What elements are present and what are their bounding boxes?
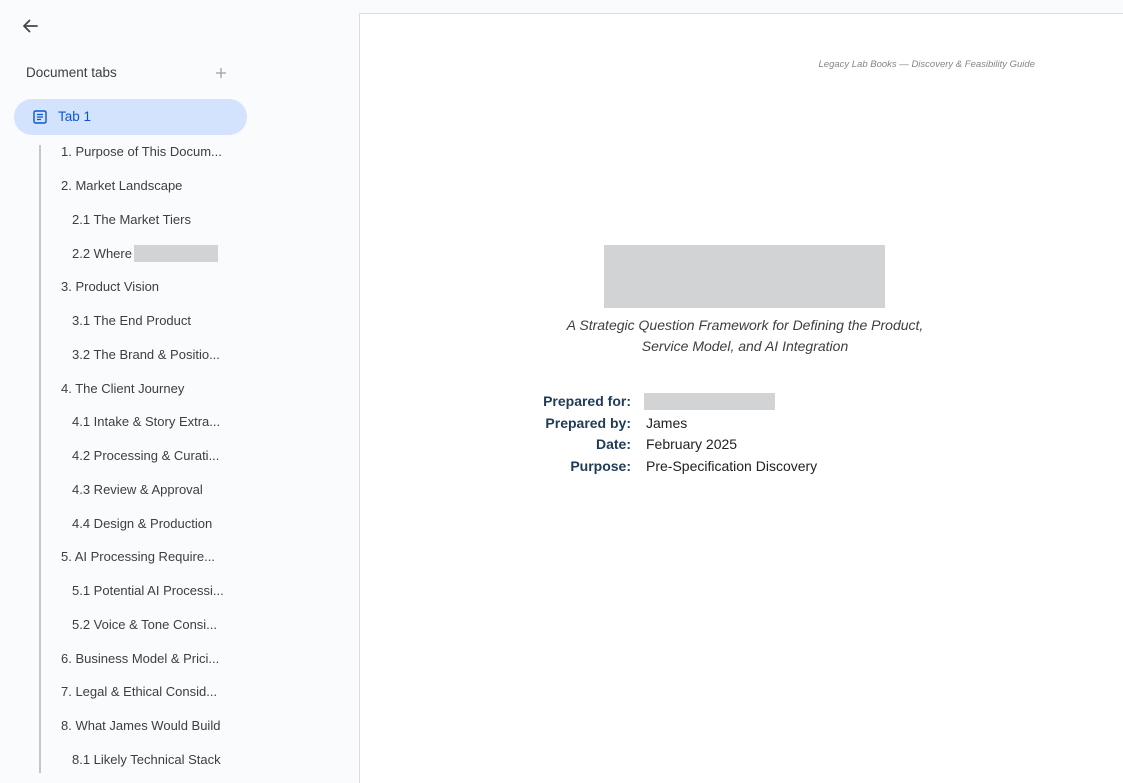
meta-row-date: Date: February 2025 [530,434,850,456]
prepared-by-label: Prepared by: [545,414,631,431]
outline-item[interactable]: 4.4 Design & Production [72,507,226,541]
prepared-by-value: James [646,414,688,431]
outline-item[interactable]: 1. Purpose of This Docum... [61,135,226,169]
outline-item[interactable]: 4.1 Intake & Story Extra... [72,405,226,439]
outline-item[interactable]: 3. Product Vision [61,270,226,304]
purpose-label: Purpose: [570,457,631,474]
document-meta-table: Prepared for: Prepared by: James Date: F… [530,391,850,477]
redaction-block [133,245,218,262]
meta-row-prepared-by: Prepared by: James [530,413,850,435]
outline-item[interactable]: 6. Business Model & Prici... [61,642,226,676]
date-label: Date: [595,436,631,452]
back-button[interactable] [16,12,44,40]
outline-item[interactable]: 7. Legal & Ethical Consid... [61,675,226,709]
prepared-for-label: Prepared for: [543,393,631,409]
outline-item[interactable]: 2. Market Landscape [61,169,226,203]
document-icon [33,110,47,124]
arrow-back-icon [23,19,38,33]
outline-item[interactable]: 2.2 Where [72,237,226,271]
document-subtitle: A Strategic Question Framework for Defin… [540,315,950,357]
page-header-text: Legacy Lab Books — Discovery & Feasibili… [818,59,1036,70]
meta-row-prepared-for: Prepared for: [530,391,850,413]
plus-icon [216,68,226,78]
outline-item[interactable]: 8.1 Likely Technical Stack [72,743,226,777]
outline-item[interactable]: 4.2 Processing & Curati... [72,439,226,473]
tab-1[interactable]: Tab 1 [14,99,247,135]
purpose-value: Pre-Specification Discovery [646,457,818,474]
outline-item[interactable]: 5.1 Potential AI Processi... [72,574,226,608]
title-redaction-block [604,245,885,308]
outline-item[interactable]: 3.1 The End Product [72,304,226,338]
outline-item[interactable]: 8. What James Would Build [61,709,226,743]
outline-item[interactable]: 5. AI Processing Require... [61,540,226,574]
add-tab-button[interactable] [212,64,230,82]
subtitle-line-2: Service Model, and AI Integration [641,338,849,354]
subtitle-line-1: A Strategic Question Framework for Defin… [566,317,924,333]
outline-item[interactable]: 2.1 The Market Tiers [72,203,226,237]
document-tabs-header: Document tabs [26,64,236,84]
outline-item-label: 2.2 Where [72,246,132,261]
document-tabs-title: Document tabs [26,65,117,80]
outline-guide-line [39,145,41,773]
document-page[interactable]: Legacy Lab Books — Discovery & Feasibili… [359,13,1123,783]
redaction-block [644,393,775,410]
tab-label: Tab 1 [58,109,92,124]
outline-item[interactable]: 4.3 Review & Approval [72,473,226,507]
outline-item[interactable]: 4. The Client Journey [61,372,226,406]
outline-item[interactable]: 5.2 Voice & Tone Consi... [72,608,226,642]
meta-row-purpose: Purpose: Pre-Specification Discovery [530,456,850,478]
sidebar: Document tabs Tab 1 1. Purpose of This D… [0,0,359,783]
outline-item[interactable]: 3.2 The Brand & Positio... [72,338,226,372]
date-value: February 2025 [646,436,738,452]
